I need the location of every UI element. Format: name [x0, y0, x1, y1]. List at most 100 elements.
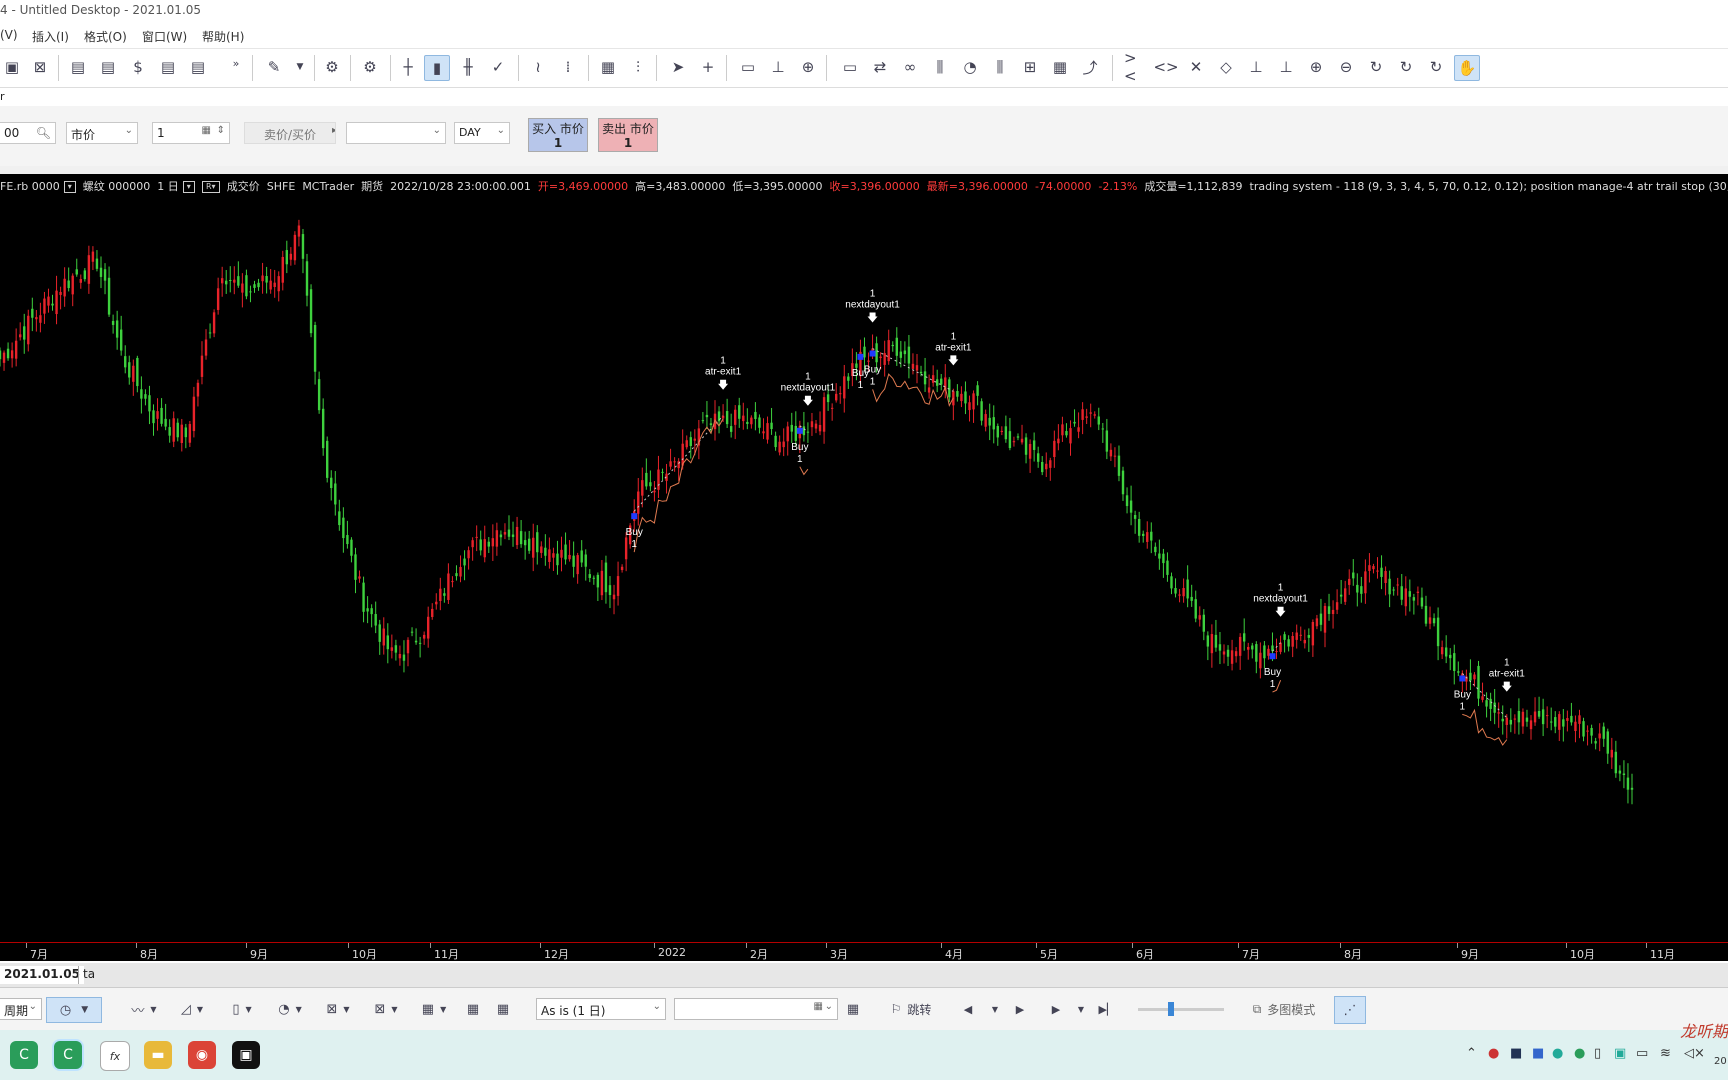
data-mode-select[interactable]: As is (1 日) ⌄: [536, 998, 666, 1020]
quantity-stepper[interactable]: 1 ▦ ⇕: [152, 122, 230, 144]
buy-market-button[interactable]: 买入 市价 1: [528, 118, 588, 152]
price-type-select[interactable]: 市价 ⌄: [66, 122, 138, 144]
settings-icon[interactable]: ⚙: [320, 55, 344, 79]
hand-icon[interactable]: ✋: [1454, 55, 1480, 81]
comment-icon[interactable]: ▭: [736, 55, 760, 79]
speaker-icon[interactable]: ◁×: [1684, 1046, 1705, 1061]
search-icon[interactable]: 🔍︎: [36, 126, 51, 140]
tab-ta[interactable]: ta: [78, 966, 99, 984]
calendar-button[interactable]: ▦: [842, 996, 864, 1022]
new-chart-icon[interactable]: ▤: [66, 55, 90, 79]
menu-view[interactable]: (V): [0, 28, 18, 42]
formula-editor-icon[interactable]: fx: [100, 1041, 130, 1071]
tray-multicharts-icon[interactable]: ●: [1574, 1046, 1585, 1061]
window-tab[interactable]: r: [0, 90, 5, 103]
stepper-arrows-icon[interactable]: ⇕: [217, 125, 225, 136]
pie-icon[interactable]: ◔: [958, 55, 982, 79]
table2-button[interactable]: ▦: [492, 996, 514, 1022]
more-icon[interactable]: »: [224, 51, 248, 75]
line-chart-icon[interactable]: ✓: [486, 55, 510, 79]
zoom-slider[interactable]: [1138, 1002, 1224, 1016]
renko-icon[interactable]: ▦: [596, 55, 620, 79]
compress-icon[interactable]: ><: [1124, 49, 1148, 85]
chevron-up-icon[interactable]: ⌃: [1466, 1046, 1477, 1061]
refresh-all-icon[interactable]: ↻: [1424, 55, 1448, 79]
dropdown-icon[interactable]: ▾: [63, 181, 76, 193]
expand-icon[interactable]: <>: [1153, 55, 1178, 79]
trade-bar-icon[interactable]: ▭: [838, 55, 862, 79]
tray-s-icon[interactable]: ■: [1510, 1046, 1522, 1061]
new-document-icon[interactable]: ▤: [156, 55, 180, 79]
zoom-slider-thumb[interactable]: [1168, 1002, 1174, 1016]
close-window-icon[interactable]: ⊠: [28, 55, 52, 79]
crosshair-icon[interactable]: +: [696, 55, 720, 79]
menu-insert[interactable]: 插入(I): [32, 28, 69, 45]
candlestick-icon[interactable]: ▮: [424, 55, 450, 81]
symbol-field[interactable]: 00 🔍︎: [0, 122, 56, 144]
tray-usb-icon[interactable]: ▯: [1594, 1046, 1601, 1061]
play-button[interactable]: ▶: [1012, 996, 1028, 1022]
tray-battery-icon[interactable]: ▭: [1636, 1046, 1648, 1061]
zoom-window-icon[interactable]: ⊕: [796, 55, 820, 79]
zoom-in-icon[interactable]: ⊕: [1304, 55, 1328, 79]
draw-button[interactable]: ⊠ ▼: [318, 996, 358, 1022]
menu-help[interactable]: 帮助(H): [202, 28, 244, 45]
sell-market-button[interactable]: 卖出 市价 1: [598, 118, 658, 152]
tray-app-icon[interactable]: ●: [1488, 1046, 1499, 1061]
table-button[interactable]: ▦: [462, 996, 484, 1022]
link-icon[interactable]: ∞: [898, 55, 922, 79]
period-select[interactable]: 周期 ⌄: [0, 998, 42, 1020]
wifi-icon[interactable]: ≋: [1660, 1046, 1671, 1061]
bid-ask-field[interactable]: 卖价/买价 ▸: [244, 122, 336, 144]
prev-button[interactable]: ◀: [960, 996, 976, 1022]
format-window-icon[interactable]: ⚙: [358, 55, 382, 79]
tif-select[interactable]: DAY ⌄: [454, 122, 510, 144]
end-button[interactable]: ▶▏: [1098, 996, 1116, 1022]
chrome-icon[interactable]: ◉: [188, 1041, 216, 1069]
line-indicator-button[interactable]: 〰 ▼: [124, 996, 164, 1022]
menu-window[interactable]: 窗口(W): [142, 28, 187, 45]
collapse-x-icon[interactable]: ✕: [1184, 55, 1208, 79]
grid-button[interactable]: ▦ ▼: [414, 996, 454, 1022]
pointer-icon[interactable]: ➤: [666, 55, 690, 79]
tray-shield-icon[interactable]: ▣: [1614, 1046, 1626, 1061]
ohlc-icon[interactable]: ╫: [456, 55, 480, 79]
dot-chart-icon[interactable]: ⁞: [556, 55, 580, 79]
tray-wechat-icon[interactable]: ●: [1552, 1046, 1563, 1061]
zoom-out-icon[interactable]: ⊖: [1334, 55, 1358, 79]
anchor-icon[interactable]: ⊥: [1244, 55, 1268, 79]
performance-icon[interactable]: ⤴: [1078, 55, 1102, 79]
expand-y-icon[interactable]: ◇: [1214, 55, 1238, 79]
bars-icon[interactable]: ⫼: [928, 55, 952, 79]
menu-format[interactable]: 格式(O): [84, 28, 127, 45]
draw-tool-icon[interactable]: ✎: [262, 55, 286, 79]
bar-indicator-button[interactable]: ▯ ▼: [222, 996, 262, 1022]
volume-profile-icon[interactable]: ⫶: [626, 55, 650, 79]
trend-button[interactable]: ⋰: [1334, 996, 1366, 1024]
area-indicator-button[interactable]: ◿ ▼: [172, 996, 212, 1022]
calculator-icon[interactable]: ▦: [202, 125, 211, 136]
horizontal-line-icon[interactable]: ⊥: [766, 55, 790, 79]
grid-icon[interactable]: ▦: [1048, 55, 1072, 79]
refresh-one-icon[interactable]: ↻: [1394, 55, 1418, 79]
screen-recorder-icon[interactable]: ▣: [232, 1041, 260, 1069]
point-figure-icon[interactable]: ≀: [526, 55, 550, 79]
r-icon[interactable]: R▾: [201, 181, 220, 193]
tab-workspace[interactable]: 2021.01.05: [0, 966, 84, 984]
arrows-icon[interactable]: ⇄: [868, 55, 892, 79]
dropdown-icon[interactable]: ▾: [182, 181, 195, 193]
multicharts-active-icon[interactable]: C: [54, 1041, 82, 1069]
tray-s2-icon[interactable]: ■: [1532, 1046, 1544, 1061]
clock-button[interactable]: ◷ ▼: [46, 997, 102, 1023]
new-quote-icon[interactable]: ▤: [96, 55, 120, 79]
account-select[interactable]: ⌄: [346, 122, 446, 144]
chevron-down-icon[interactable]: ▼: [288, 55, 312, 79]
anchor2-icon[interactable]: ⊥: [1274, 55, 1298, 79]
multicharts-icon[interactable]: C: [10, 1041, 38, 1069]
prev-dropdown[interactable]: ▼: [988, 996, 1002, 1022]
refresh-icon[interactable]: ↻: [1364, 55, 1388, 79]
date-input[interactable]: ▦ ⌄: [674, 998, 838, 1020]
price-chart[interactable]: FE.rb 0000 ▾ 螺纹 000000 1 日 ▾ R▾ 成交价 SHFE MCTrade…: [0, 174, 1728, 961]
multi-chart-button[interactable]: ⧉ 多图模式: [1244, 996, 1324, 1022]
save-icon[interactable]: ▣: [0, 55, 24, 79]
